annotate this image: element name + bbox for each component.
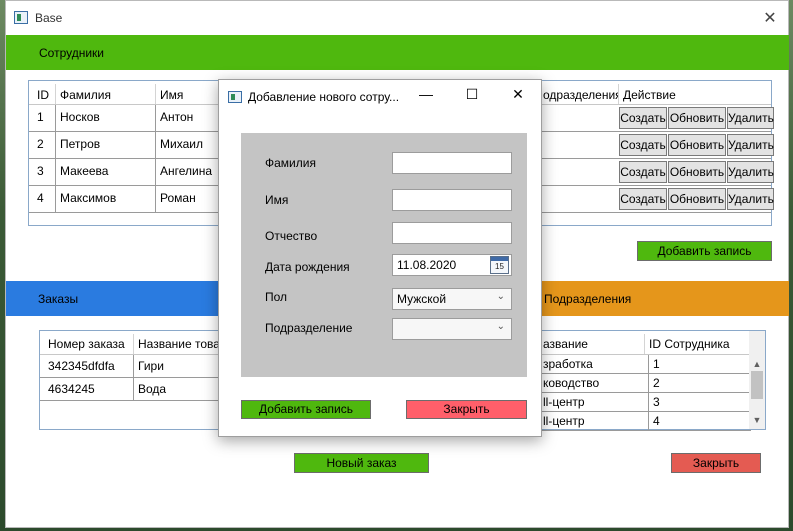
- add-employee-dialog: Добавление нового сотру... — ☐ ✕ Фамилия…: [218, 79, 542, 437]
- cell-id: 4: [33, 186, 56, 212]
- cell-employee-id: 4: [653, 414, 660, 428]
- col-dept-name[interactable]: азвание: [539, 334, 645, 354]
- window-title: Base: [35, 11, 63, 25]
- orders-grid[interactable]: Номер заказа Название товар 342345dfdfa Г…: [39, 330, 237, 430]
- table-row[interactable]: ководство 2: [539, 374, 751, 393]
- cell-id: 3: [33, 159, 56, 185]
- chevron-down-icon: ⌄: [496, 321, 505, 332]
- delete-button[interactable]: Удалить: [727, 188, 774, 210]
- cell-id: 1: [33, 105, 56, 131]
- employees-header-band: Сотрудники: [6, 35, 789, 70]
- table-row[interactable]: ll-центр 3: [539, 393, 751, 412]
- close-icon[interactable]: ✕: [762, 8, 778, 28]
- delete-button[interactable]: Удалить: [727, 161, 774, 183]
- orders-header: Заказы: [38, 292, 79, 306]
- col-id[interactable]: ID: [33, 84, 56, 104]
- dialog-close-button[interactable]: Закрыть: [406, 400, 527, 419]
- cell-last-name: Максимов: [56, 186, 156, 212]
- cell-order-number: 342345dfdfa: [44, 355, 134, 377]
- minimize-icon[interactable]: —: [416, 86, 436, 102]
- orders-header-band: Заказы: [6, 281, 236, 316]
- cell-last-name: Макеева: [56, 159, 156, 185]
- form-panel: Фамилия Имя Отчество Дата рождения 11.08…: [241, 133, 527, 377]
- department-select[interactable]: ⌄: [392, 318, 512, 340]
- gender-select[interactable]: Мужской ⌄: [392, 288, 512, 310]
- gender-value: Мужской: [397, 292, 447, 306]
- cell-first-name: Ангелина: [156, 159, 220, 185]
- last-name-field[interactable]: [392, 152, 512, 174]
- dialog-close-icon[interactable]: ✕: [508, 86, 528, 103]
- cell-dept-name: ll-центр: [539, 412, 649, 430]
- birth-date-picker[interactable]: 11.08.2020 15: [392, 254, 512, 276]
- birth-date-label: Дата рождения: [265, 260, 350, 274]
- add-record-button[interactable]: Добавить запись: [637, 241, 772, 261]
- cell-first-name: Михаил: [156, 132, 220, 158]
- cell-order-number: 4634245: [44, 378, 134, 400]
- new-order-button[interactable]: Новый заказ: [294, 453, 429, 473]
- update-button[interactable]: Обновить: [668, 188, 726, 210]
- dialog-app-icon: [228, 91, 242, 103]
- cell-employee-id: 2: [653, 376, 660, 390]
- first-name-label: Имя: [265, 193, 289, 207]
- main-close-button[interactable]: Закрыть: [671, 453, 761, 473]
- update-button[interactable]: Обновить: [668, 161, 726, 183]
- department-label: Подразделение: [265, 321, 353, 335]
- cell-employee-id: 1: [653, 357, 660, 371]
- gender-label: Пол: [265, 290, 288, 304]
- table-row[interactable]: ll-центр 4: [539, 412, 751, 431]
- cell-dept-name: ководство: [539, 374, 649, 392]
- last-name-label: Фамилия: [265, 156, 316, 170]
- birth-date-value: 11.08.2020: [397, 258, 457, 272]
- patronymic-field[interactable]: [392, 222, 512, 244]
- dialog-title: Добавление нового сотру...: [248, 90, 400, 104]
- update-button[interactable]: Обновить: [668, 134, 726, 156]
- departments-header: Подразделения: [544, 292, 632, 306]
- dialog-add-record-button[interactable]: Добавить запись: [241, 400, 371, 419]
- col-order-number[interactable]: Номер заказа: [44, 334, 134, 354]
- table-row[interactable]: зработка 1: [539, 355, 751, 374]
- departments-header-row: азвание ID Сотрудника: [539, 334, 765, 355]
- delete-button[interactable]: Удалить: [727, 134, 774, 156]
- col-employee-id[interactable]: ID Сотрудника: [645, 334, 751, 354]
- cell-last-name: Петров: [56, 132, 156, 158]
- scroll-thumb[interactable]: [751, 371, 763, 399]
- col-department[interactable]: одразделения: [539, 84, 619, 104]
- table-row[interactable]: 4634245 Вода: [40, 378, 236, 401]
- chevron-down-icon: ⌄: [496, 291, 505, 302]
- orders-header-row: Номер заказа Название товар: [40, 334, 236, 355]
- departments-scrollbar[interactable]: ▲ ▼: [749, 331, 765, 429]
- cell-employee-id: 3: [653, 395, 660, 409]
- patronymic-label: Отчество: [265, 229, 318, 243]
- employees-header: Сотрудники: [39, 46, 104, 60]
- maximize-icon[interactable]: ☐: [462, 86, 482, 103]
- scroll-down-icon[interactable]: ▼: [749, 415, 765, 425]
- calendar-icon[interactable]: 15: [490, 256, 509, 274]
- cell-first-name: Антон: [156, 105, 220, 131]
- create-button[interactable]: Создать: [619, 107, 667, 129]
- first-name-field[interactable]: [392, 189, 512, 211]
- cell-last-name: Носков: [56, 105, 156, 131]
- create-button[interactable]: Создать: [619, 188, 667, 210]
- departments-grid[interactable]: азвание ID Сотрудника зработка 1 ководство…: [538, 330, 766, 431]
- col-action[interactable]: Действие: [619, 84, 771, 104]
- cell-id: 2: [33, 132, 56, 158]
- table-row[interactable]: 342345dfdfa Гири: [40, 355, 236, 378]
- cell-first-name: Роман: [156, 186, 220, 212]
- departments-header-band: Подразделения: [538, 281, 789, 316]
- delete-button[interactable]: Удалить: [727, 107, 774, 129]
- update-button[interactable]: Обновить: [668, 107, 726, 129]
- scroll-up-icon[interactable]: ▲: [749, 359, 765, 369]
- create-button[interactable]: Создать: [619, 134, 667, 156]
- create-button[interactable]: Создать: [619, 161, 667, 183]
- app-icon: [14, 11, 28, 24]
- cell-dept-name: зработка: [539, 355, 649, 373]
- calendar-day: 15: [495, 262, 504, 271]
- col-last-name[interactable]: Фамилия: [56, 84, 156, 104]
- title-bar: Base ✕: [6, 1, 788, 33]
- col-first-name[interactable]: Имя: [156, 84, 220, 104]
- cell-dept-name: ll-центр: [539, 393, 649, 411]
